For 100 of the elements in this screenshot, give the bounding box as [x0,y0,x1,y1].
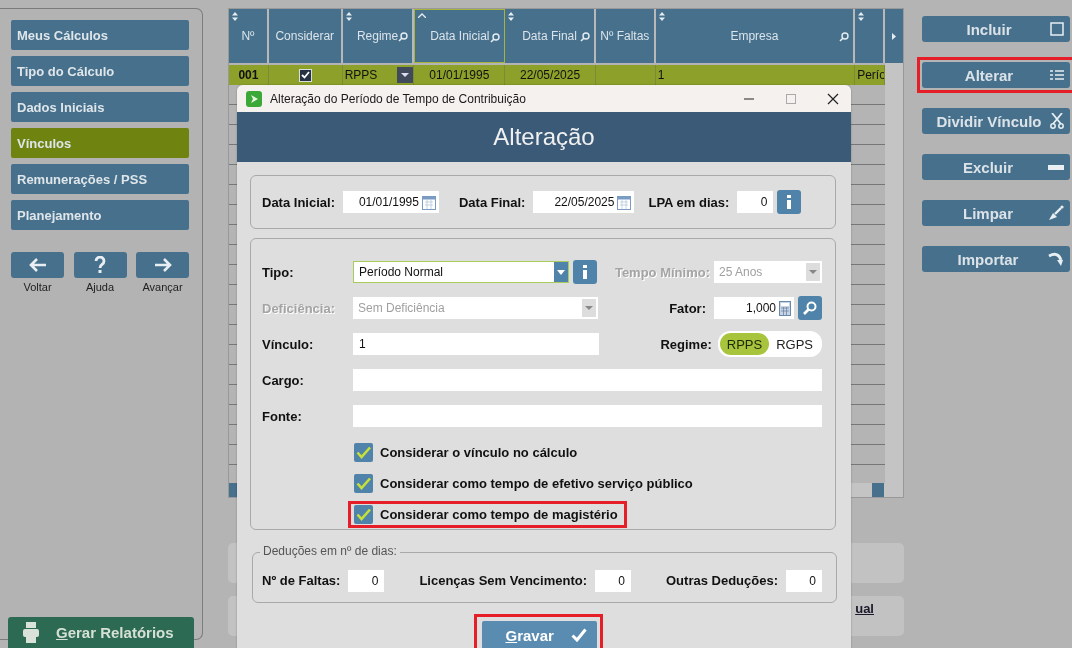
brush-icon [1048,205,1064,221]
calendar-icon [617,194,632,210]
date-field[interactable]: 22/05/2025 [533,191,635,213]
checkbox-label[interactable]: Considerar o vínculo no cálculo [380,445,578,460]
info-button[interactable] [573,260,597,284]
column-header[interactable]: Data Final [505,9,596,63]
info-button[interactable] [777,190,802,214]
field-label: Vínculo: [262,336,315,352]
back-button[interactable] [11,252,64,278]
field-label: Licenças Sem Vencimento: [419,573,588,588]
checkbox[interactable] [354,505,373,524]
column-header[interactable] [855,9,886,63]
square-icon [1050,22,1064,36]
field-label: Cargo: [262,372,305,388]
field-label: Fonte: [262,408,303,424]
edit-button[interactable]: Alterar [922,62,1070,88]
calendar-icon [421,194,436,210]
clear-button[interactable]: Limpar [922,200,1070,226]
sidebar-item[interactable]: Tipo do Cálculo [11,56,189,86]
search-icon [839,32,850,42]
field-label: Nº de Faltas: [262,573,341,588]
scroll-right-button[interactable] [885,9,904,63]
number-field[interactable]: 0 [348,569,385,592]
field-label: Tipo: [262,264,295,280]
column-header[interactable]: Data Inicial [414,9,506,63]
delete-button[interactable]: Excluir [922,154,1070,180]
sort-icon [345,12,352,21]
search-icon [803,301,817,315]
sidebar-item[interactable]: Vínculos [11,128,189,158]
question-icon [94,256,106,274]
search-icon [490,33,501,43]
info-icon [786,195,793,209]
field-label: Regime: [660,336,712,352]
number-field[interactable]: 1,000 [714,297,794,319]
sidebar-item[interactable]: Dados Iniciais [11,92,189,122]
nav-label: Ajuda [85,281,115,293]
maximize-icon[interactable] [785,92,797,105]
text-field[interactable]: 1 [353,333,599,355]
report-button[interactable]: Gerar Relatórios [8,617,194,648]
field-label: Fator: [669,300,706,316]
printer-icon [22,621,40,643]
calculator-icon [779,300,791,316]
group-legend: Deduções em nº de dias: [260,544,400,558]
sort-icon [232,12,238,21]
checkbox-label[interactable]: Considerar como tempo de magistério [380,507,618,522]
minus-icon [1048,164,1064,170]
date-field[interactable]: 01/01/1995 [342,191,439,213]
regime-option[interactable]: RGPS [769,333,820,355]
left-arrow-icon [28,258,47,272]
checkmark-icon [570,628,587,642]
checkbox[interactable] [298,68,312,82]
number-field[interactable]: 0 [595,569,632,592]
sidebar-item[interactable]: Remunerações / PSS [11,164,189,194]
sidebar-item[interactable]: Planejamento [11,200,189,230]
curved-arrow-icon [1048,252,1064,266]
sort-icon [658,12,665,21]
type-select[interactable]: Período Normal [353,261,569,283]
field-label: Outras Deduções: [666,573,778,588]
right-arrow-icon [153,258,172,272]
sort-icon [858,12,865,21]
field-label: Data Final: [458,194,526,210]
forward-button[interactable] [136,252,189,278]
sidebar-item[interactable]: Meus Cálculos [11,20,189,50]
info-icon [582,265,588,279]
window-title: Alteração do Período de Tempo de Contribuição [270,91,527,106]
number-field[interactable]: 0 [786,569,822,592]
search-icon [398,32,409,42]
save-button[interactable]: Gravar [481,621,597,648]
split-button[interactable]: Dividir Vínculo [922,108,1070,134]
add-button[interactable]: Incluir [922,16,1070,42]
text-field[interactable] [353,369,822,391]
scissors-icon [1050,113,1064,129]
field-label: LPA em dias: [648,194,730,210]
dialog-heading: Alteração [237,112,851,162]
column-header[interactable]: Considerar [268,9,343,63]
checkbox[interactable] [354,443,373,462]
column-header[interactable]: Nº [229,9,269,63]
nav-label: Avançar [142,281,183,293]
column-header[interactable]: Nº Faltas [595,9,656,63]
regime-option[interactable]: RPPS [719,333,770,355]
field-label: Deficiência: [262,300,336,316]
sort-icon [508,12,515,21]
number-field[interactable]: 0 [737,191,774,213]
text-field[interactable] [353,405,822,427]
nav-label: Voltar [23,281,52,293]
checkbox-label[interactable]: Considerar como tempo de efetivo serviço público [380,476,693,491]
search-button[interactable] [798,296,822,320]
link[interactable]: ual [855,601,874,636]
column-header[interactable]: Empresa [655,9,856,63]
column-header[interactable]: Regime [342,9,415,63]
search-icon [579,32,590,42]
close-icon[interactable] [827,92,839,105]
help-button[interactable] [73,252,127,278]
vertical-scrollbar[interactable] [885,63,903,483]
checkbox[interactable] [354,474,373,493]
import-button[interactable]: Importar [922,246,1070,272]
right-triangle-icon [892,32,897,40]
field-label: Data Inicial: [262,194,335,210]
list-icon [1050,69,1064,81]
app-icon [246,90,262,107]
